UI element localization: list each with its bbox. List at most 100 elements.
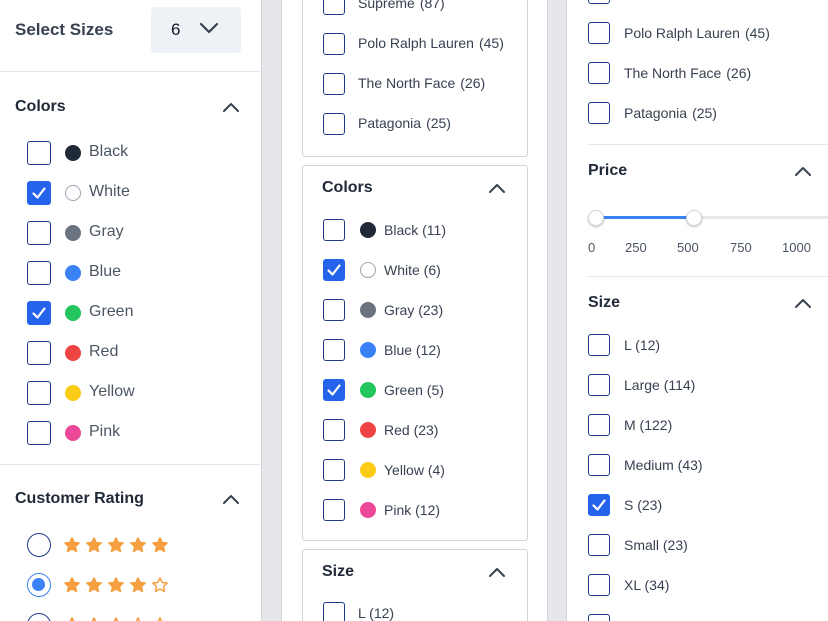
select-sizes-row: Select Sizes 6 [0, 0, 261, 72]
price-slider-max-handle[interactable] [686, 210, 702, 226]
size-option-label: S (23) [624, 497, 663, 513]
checkmark-icon [32, 187, 46, 199]
colors-section-title: Colors [322, 179, 373, 196]
price-tick-label: 500 [677, 240, 699, 255]
checkbox[interactable] [588, 494, 610, 516]
divider [588, 276, 828, 277]
color-option-label: Pink [89, 423, 121, 440]
size-option-label: XL (34) [624, 577, 670, 593]
rating-stars [63, 616, 169, 621]
checkbox[interactable] [323, 219, 345, 241]
color-option-label: Red (23) [384, 422, 439, 438]
checkbox[interactable] [27, 261, 51, 285]
brand-name: Patagonia [624, 105, 688, 121]
color-swatch-icon [360, 222, 376, 238]
brand-option-label: The North Face (26) [358, 75, 485, 91]
checkbox[interactable] [323, 0, 345, 15]
checkbox[interactable] [588, 534, 610, 556]
brand-count: (45) [744, 25, 770, 41]
checkmark-icon [327, 264, 341, 276]
checkbox[interactable] [323, 459, 345, 481]
brand-count: (26) [460, 75, 486, 91]
sizes-dropdown[interactable]: 6 [151, 7, 241, 53]
price-tick-label: 750 [730, 240, 752, 255]
checkbox[interactable] [588, 0, 610, 4]
star-filled-icon [130, 577, 146, 593]
checkbox[interactable] [588, 454, 610, 476]
color-swatch-icon [65, 345, 81, 361]
chevron-up-icon[interactable] [488, 182, 506, 194]
star-filled-icon [69, 617, 75, 621]
checkbox[interactable] [323, 299, 345, 321]
filter-panel-right: Polo Ralph Lauren (45) The North Face (26) P… [566, 0, 828, 621]
checkbox[interactable] [588, 62, 610, 84]
rating-radio[interactable] [27, 613, 51, 621]
star-filled-icon [64, 577, 80, 593]
color-option-label: Gray (23) [384, 302, 444, 318]
checkbox[interactable] [323, 499, 345, 521]
rating-radio[interactable] [27, 533, 51, 557]
filter-panel-middle: Supreme (87) Polo Ralph Lauren (45) The Nort… [281, 0, 548, 621]
star-filled-icon [113, 617, 119, 621]
brand-option-label: Polo Ralph Lauren (45) [624, 25, 770, 41]
brand-option-label: Supreme (87) [358, 0, 445, 11]
checkbox[interactable] [588, 334, 610, 356]
checkbox[interactable] [588, 574, 610, 596]
price-tick-label: 250 [625, 240, 647, 255]
checkbox[interactable] [27, 421, 51, 445]
checkbox[interactable] [323, 602, 345, 621]
color-swatch-icon [65, 305, 81, 321]
checkbox[interactable] [27, 341, 51, 365]
checkbox[interactable] [323, 339, 345, 361]
checkbox[interactable] [588, 614, 610, 621]
divider [0, 464, 261, 465]
filter-stage: Select Sizes 6 Colors Black White Gray Blue… [0, 0, 828, 621]
chevron-up-icon[interactable] [488, 566, 506, 578]
color-swatch-icon [360, 302, 376, 318]
checkbox[interactable] [27, 301, 51, 325]
chevron-up-icon[interactable] [794, 165, 812, 177]
checkbox[interactable] [323, 259, 345, 281]
checkmark-icon [327, 384, 341, 396]
color-swatch-icon [65, 145, 81, 161]
brand-option-label: Patagonia (25) [358, 115, 451, 131]
chevron-up-icon[interactable] [222, 493, 240, 505]
checkbox[interactable] [588, 414, 610, 436]
color-option-label: Black (11) [384, 222, 446, 238]
color-option-label: Blue (12) [384, 342, 441, 358]
checkbox[interactable] [27, 381, 51, 405]
star-filled-icon [108, 577, 124, 593]
checkbox[interactable] [588, 102, 610, 124]
brand-option-label: Polo Ralph Lauren (45) [358, 35, 504, 51]
filter-panel-left: Select Sizes 6 Colors Black White Gray Blue… [0, 0, 262, 621]
rating-stars [63, 536, 169, 554]
rating-stars [63, 576, 169, 594]
brand-name: The North Face [358, 75, 456, 91]
chevron-up-icon[interactable] [794, 297, 812, 309]
rating-radio[interactable] [27, 573, 51, 597]
checkbox[interactable] [323, 73, 345, 95]
color-option-label: Blue [89, 263, 122, 280]
color-option-label: Red [89, 343, 119, 360]
checkbox[interactable] [27, 141, 51, 165]
size-option-label: Small (23) [624, 537, 688, 553]
color-option-label: Green (5) [384, 382, 444, 398]
checkbox[interactable] [27, 181, 51, 205]
checkbox[interactable] [323, 113, 345, 135]
chevron-down-icon [199, 22, 219, 34]
chevron-up-icon[interactable] [222, 101, 240, 113]
checkbox[interactable] [323, 379, 345, 401]
checkbox[interactable] [323, 419, 345, 441]
checkbox[interactable] [27, 221, 51, 245]
color-option-label: Green [89, 303, 134, 320]
checkbox[interactable] [588, 22, 610, 44]
size-section-title: Size [322, 563, 355, 580]
color-swatch-icon [65, 385, 81, 401]
checkbox[interactable] [323, 33, 345, 55]
star-outline-icon [157, 617, 163, 621]
price-slider-min-handle[interactable] [588, 210, 604, 226]
divider [588, 144, 828, 145]
price-tick-label: 0 [588, 240, 596, 255]
size-option-label: Medium (43) [624, 457, 703, 473]
checkbox[interactable] [588, 374, 610, 396]
